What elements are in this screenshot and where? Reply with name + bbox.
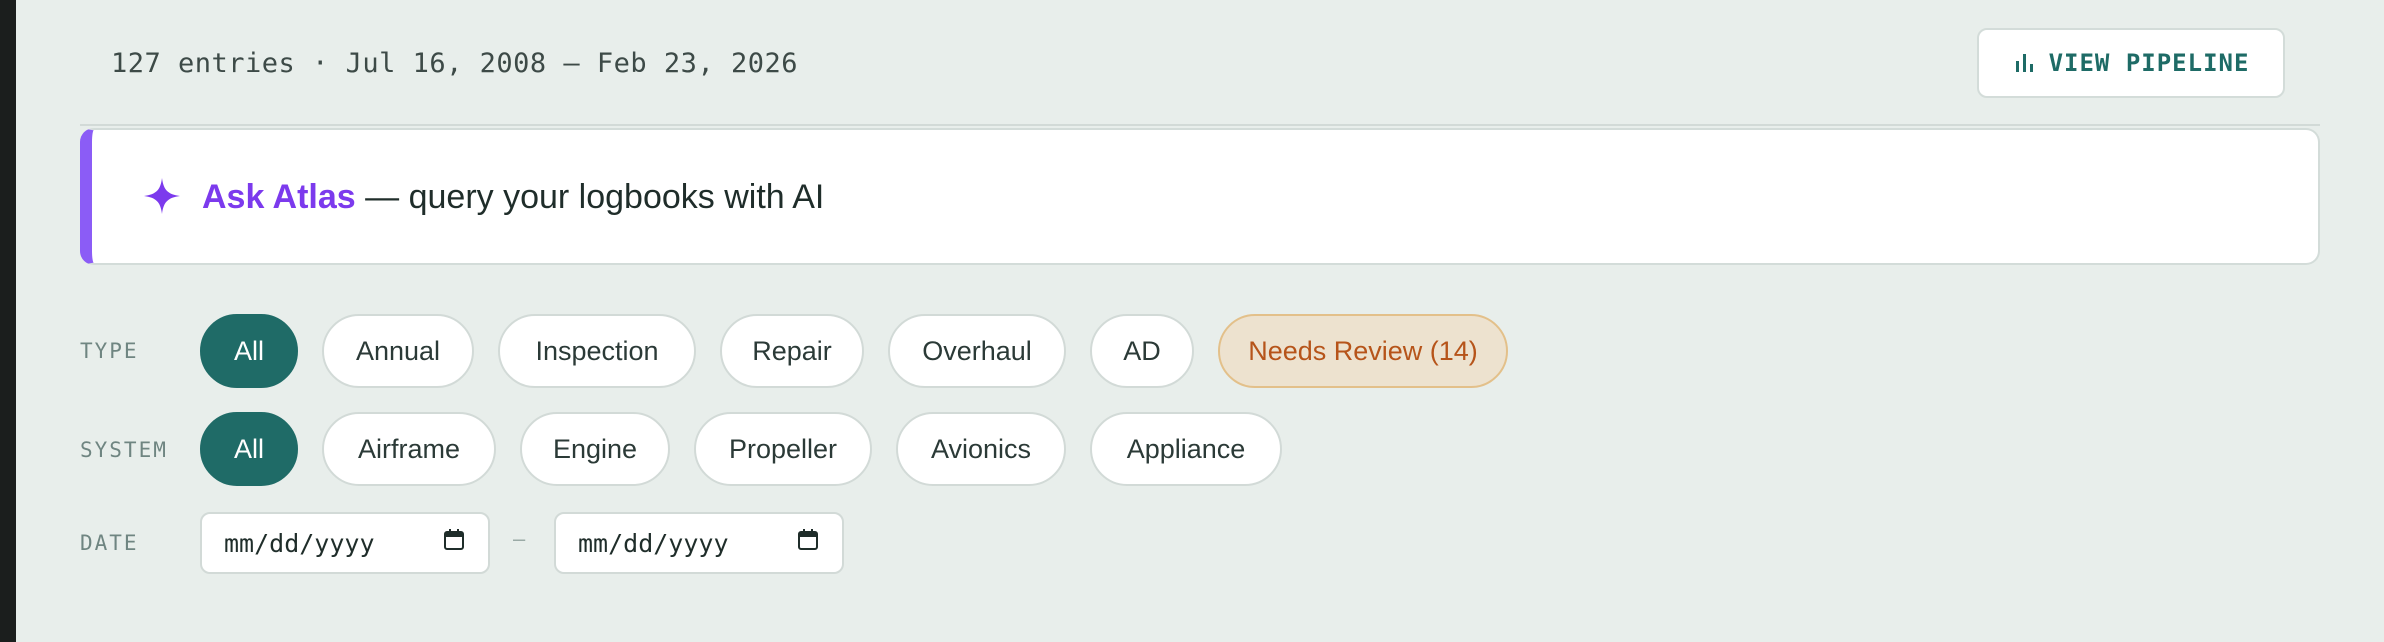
ask-atlas-tagline: — query your logbooks with AI	[355, 178, 825, 216]
system-chip-propeller[interactable]: Propeller	[694, 412, 872, 486]
system-chip-avionics[interactable]: Avionics	[896, 412, 1066, 486]
ask-atlas-banner[interactable]: Ask Atlas — query your logbooks with AI	[80, 128, 2320, 265]
date-to-placeholder: mm/dd/yyyy	[578, 528, 729, 558]
date-range-separator: –	[513, 526, 526, 551]
system-chip-appliance[interactable]: Appliance	[1090, 412, 1282, 486]
system-chip-all[interactable]: All	[200, 412, 298, 486]
view-pipeline-label: VIEW PIPELINE	[2048, 49, 2250, 77]
date-from-input[interactable]: mm/dd/yyyy	[200, 512, 490, 574]
ask-atlas-brand: Ask Atlas	[202, 178, 356, 216]
system-filter-label: SYSTEM	[80, 438, 168, 462]
header-divider	[80, 124, 2320, 126]
type-chip-needs-review[interactable]: Needs Review (14)	[1218, 314, 1508, 388]
type-chip-overhaul[interactable]: Overhaul	[888, 314, 1066, 388]
system-chip-engine[interactable]: Engine	[520, 412, 670, 486]
entries-summary: 127 entries · Jul 16, 2008 – Feb 23, 202…	[111, 48, 798, 79]
type-chip-repair[interactable]: Repair	[720, 314, 864, 388]
date-from-placeholder: mm/dd/yyyy	[224, 528, 375, 558]
date-filter-label: DATE	[80, 531, 139, 555]
date-to-input[interactable]: mm/dd/yyyy	[554, 512, 844, 574]
type-chip-all[interactable]: All	[200, 314, 298, 388]
system-chip-airframe[interactable]: Airframe	[322, 412, 496, 486]
type-chip-inspection[interactable]: Inspection	[498, 314, 696, 388]
calendar-icon[interactable]	[442, 528, 466, 558]
ask-atlas-text: Ask Atlas — query your logbooks with AI	[202, 174, 824, 220]
type-chip-ad[interactable]: AD	[1090, 314, 1194, 388]
calendar-icon[interactable]	[796, 528, 820, 558]
window-edge	[0, 0, 16, 642]
view-pipeline-button[interactable]: VIEW PIPELINE	[1977, 28, 2285, 98]
bar-chart-icon	[2013, 52, 2035, 74]
type-filter-label: TYPE	[80, 339, 139, 363]
type-chip-annual[interactable]: Annual	[322, 314, 474, 388]
sparkle-icon	[142, 176, 182, 216]
